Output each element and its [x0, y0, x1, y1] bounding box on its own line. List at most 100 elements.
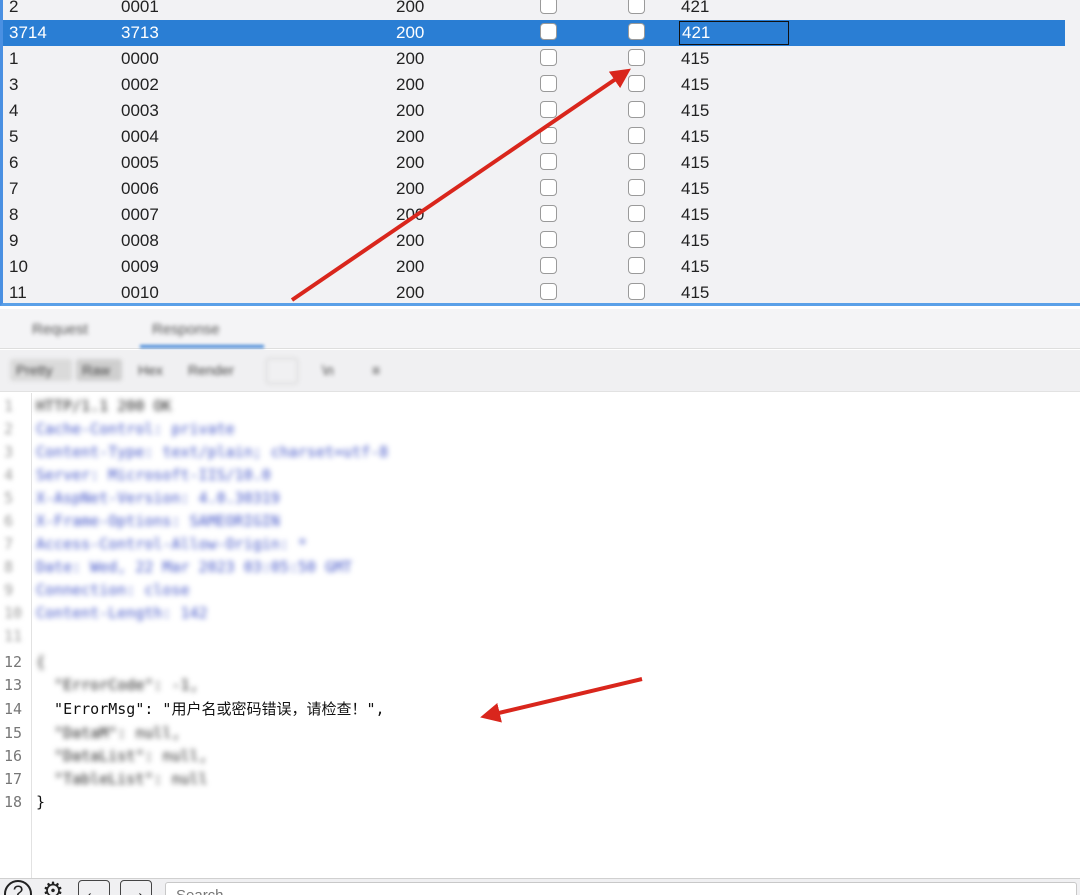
line-number: 10 — [4, 604, 23, 622]
search-input[interactable] — [165, 882, 1077, 895]
line-number: 3 — [4, 443, 14, 461]
hex-button[interactable]: Hex — [132, 359, 169, 381]
newline-toggle-button[interactable]: \n — [316, 359, 340, 381]
viewer-toolbar: Pretty Raw Hex Render \n ≡ — [0, 350, 1080, 392]
request-number: 4 — [9, 101, 19, 120]
table-row[interactable]: 2 0001 200 421 — [3, 0, 1065, 20]
timeout-checkbox[interactable] — [628, 0, 645, 14]
active-tab-indicator — [140, 345, 264, 348]
error-checkbox[interactable] — [540, 231, 557, 248]
table-row[interactable]: 1 0000 200 415 — [3, 46, 1065, 72]
response-length: 415 — [681, 231, 710, 250]
payload-value: 0006 — [121, 179, 159, 198]
body-line: } — [36, 793, 46, 811]
table-row[interactable]: 5 0004 200 415 — [3, 124, 1065, 150]
line-number: 17 — [4, 770, 23, 788]
status-code: 200 — [396, 0, 425, 16]
bottom-search-bar: ? ⚙ ← → — [0, 878, 1080, 895]
table-row[interactable]: 3 0002 200 415 — [3, 72, 1065, 98]
error-checkbox[interactable] — [540, 153, 557, 170]
line-number: 13 — [4, 676, 23, 694]
response-editor[interactable]: 1 HTTP/1.1 200 OK 2 Cache-Control: priva… — [0, 393, 1080, 878]
table-row[interactable]: 11 0010 200 415 — [3, 280, 1065, 303]
payload-value: 0001 — [121, 0, 159, 16]
line-number: 15 — [4, 724, 23, 742]
tab-response[interactable]: Response — [152, 321, 220, 338]
timeout-checkbox[interactable] — [628, 153, 645, 170]
line-number: 8 — [4, 558, 14, 576]
status-code: 200 — [396, 179, 425, 198]
back-arrow-icon[interactable]: ← — [78, 880, 110, 895]
header-line: X-AspNet-Version: 4.0.30319 — [36, 489, 280, 507]
request-number: 1 — [9, 49, 19, 68]
body-line: "TableList": null — [36, 770, 208, 788]
response-length: 415 — [681, 153, 710, 172]
line-number: 14 — [4, 700, 23, 718]
table-row-selected[interactable]: 3714 3713 200 421 — [3, 20, 1065, 46]
response-length: 415 — [681, 75, 710, 94]
timeout-checkbox[interactable] — [628, 283, 645, 300]
table-row[interactable]: 10 0009 200 415 — [3, 254, 1065, 280]
response-length: 415 — [681, 257, 710, 276]
error-checkbox[interactable] — [540, 179, 557, 196]
line-number: 1 — [4, 397, 14, 415]
status-code: 200 — [396, 101, 425, 120]
line-number: 4 — [4, 466, 14, 484]
header-line: Content-Length: 142 — [36, 604, 208, 622]
menu-icon[interactable]: ≡ — [366, 359, 386, 381]
error-checkbox[interactable] — [540, 49, 557, 66]
header-line: HTTP/1.1 200 OK — [36, 397, 172, 415]
forward-arrow-icon[interactable]: → — [120, 880, 152, 895]
header-line: Cache-Control: private — [36, 420, 235, 438]
timeout-checkbox[interactable] — [628, 179, 645, 196]
timeout-checkbox[interactable] — [628, 205, 645, 222]
request-number: 11 — [9, 283, 27, 302]
response-length[interactable]: 421 — [679, 21, 789, 45]
status-code: 200 — [396, 153, 425, 172]
line-number: 18 — [4, 793, 23, 811]
error-checkbox[interactable] — [540, 75, 557, 92]
timeout-checkbox[interactable] — [628, 127, 645, 144]
error-checkbox[interactable] — [540, 205, 557, 222]
status-code: 200 — [396, 283, 425, 302]
request-number: 8 — [9, 205, 19, 224]
render-button[interactable]: Render — [182, 359, 240, 381]
response-length: 415 — [681, 127, 710, 146]
error-checkbox[interactable] — [540, 257, 557, 274]
timeout-checkbox[interactable] — [628, 101, 645, 118]
raw-button[interactable]: Raw — [76, 359, 122, 381]
status-code: 200 — [396, 23, 425, 42]
header-line: Date: Wed, 22 Mar 2023 03:05:50 GMT — [36, 558, 353, 576]
error-checkbox[interactable] — [540, 283, 557, 300]
error-checkbox[interactable] — [540, 0, 557, 14]
toggle-box-button[interactable] — [266, 358, 298, 384]
table-row[interactable]: 9 0008 200 415 — [3, 228, 1065, 254]
pretty-button[interactable]: Pretty — [10, 359, 72, 381]
error-checkbox[interactable] — [540, 101, 557, 118]
table-row[interactable]: 7 0006 200 415 — [3, 176, 1065, 202]
table-row[interactable]: 4 0003 200 415 — [3, 98, 1065, 124]
error-checkbox[interactable] — [540, 23, 557, 40]
response-length: 415 — [681, 101, 710, 120]
line-number: 16 — [4, 747, 23, 765]
request-number: 5 — [9, 127, 19, 146]
help-icon[interactable]: ? — [4, 880, 32, 895]
request-number: 6 — [9, 153, 19, 172]
timeout-checkbox[interactable] — [628, 23, 645, 40]
header-line: Server: Microsoft-IIS/10.0 — [36, 466, 271, 484]
status-code: 200 — [396, 231, 425, 250]
request-number: 9 — [9, 231, 19, 250]
table-row[interactable]: 8 0007 200 415 — [3, 202, 1065, 228]
tab-request[interactable]: Request — [32, 321, 88, 338]
payload-value: 0008 — [121, 231, 159, 250]
timeout-checkbox[interactable] — [628, 75, 645, 92]
timeout-checkbox[interactable] — [628, 257, 645, 274]
body-line: "DataM": null, — [36, 724, 181, 742]
error-checkbox[interactable] — [540, 127, 557, 144]
timeout-checkbox[interactable] — [628, 231, 645, 248]
timeout-checkbox[interactable] — [628, 49, 645, 66]
status-code: 200 — [396, 49, 425, 68]
table-row[interactable]: 6 0005 200 415 — [3, 150, 1065, 176]
gear-icon[interactable]: ⚙ — [38, 880, 68, 895]
line-number: 11 — [4, 627, 23, 645]
